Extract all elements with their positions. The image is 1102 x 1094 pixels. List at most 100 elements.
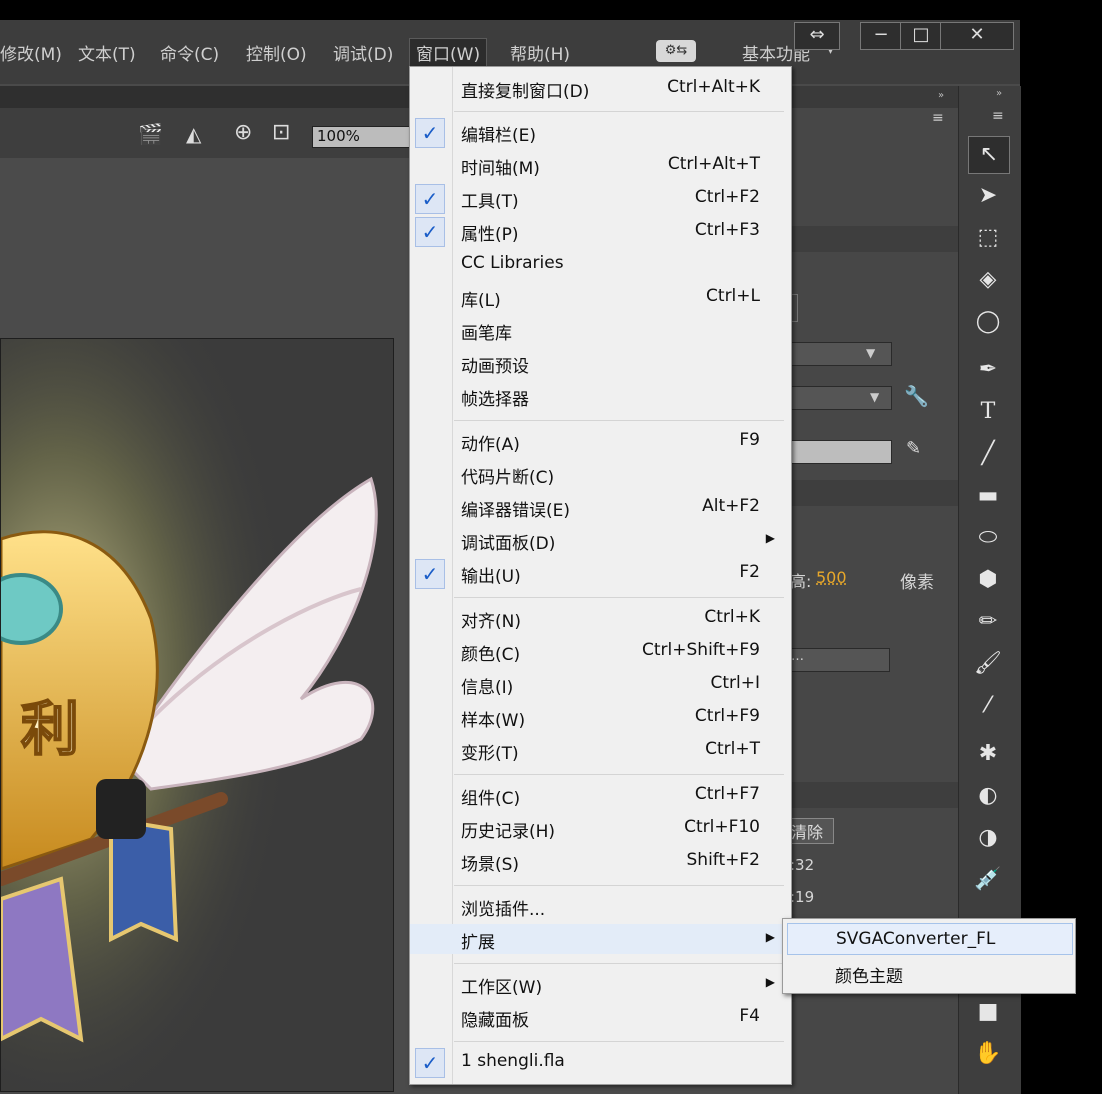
menu-item[interactable]: 组件(C) Ctrl+F7 [410,780,791,810]
submenu-item-label: 颜色主题 [835,967,903,987]
time-readout-2: :19 [790,888,815,906]
menu-item[interactable]: 动作(A) F9 [410,426,791,456]
menu-item[interactable]: 时间轴(M) Ctrl+Alt+T [410,150,791,180]
rectangle-tool-icon[interactable]: ▬ [968,478,1008,514]
close-button[interactable]: ✕ [940,22,1014,50]
unit-label: 像素 [900,573,934,593]
line-tool-icon[interactable]: ╱ [968,436,1008,472]
menu-item[interactable]: 样本(W) Ctrl+F9 [410,702,791,732]
brush-tool-icon[interactable]: ⁄ [968,688,1008,724]
ink-bottle-tool-icon[interactable]: ◑ [968,820,1008,856]
stage-canvas[interactable]: 利 [0,338,394,1092]
menu-item-shortcut: Ctrl+K [704,607,760,627]
menu-item[interactable]: 工作区(W) ▶ [410,969,791,999]
panel-section-bar [790,782,958,808]
menu-item[interactable]: 场景(S) Shift+F2 [410,846,791,876]
clip-content-icon[interactable]: ⊡ [272,120,290,145]
panel-menu-icon[interactable]: ≡ [992,108,1004,124]
eyedropper-tool-icon[interactable]: 💉 [968,862,1008,898]
menu-item[interactable]: ✓ 1 shengli.fla [410,1047,791,1078]
menu-item[interactable]: 浏览插件... [410,891,791,921]
menu-item[interactable]: 库(L) Ctrl+L [410,282,791,312]
resize-arrows-icon[interactable]: ⇔ [794,22,840,50]
menu-item-label: 编译器错误(E) [461,501,571,521]
menu-item[interactable]: 动画预设 [410,348,791,378]
hand-tool-icon[interactable]: ✋ [968,1036,1008,1072]
submenu-item-label: SVGAConverter_FL [836,929,996,949]
bone-tool-icon[interactable]: ✱ [968,736,1008,772]
menu-item-label: 输出(U) [461,567,521,587]
menu-item[interactable]: 对齐(N) Ctrl+K [410,603,791,633]
menu-item-shortcut: Ctrl+Alt+T [667,154,760,174]
menu-debug[interactable]: 调试(D) [333,40,393,65]
menu-item-label: 工作区(W) [461,978,543,998]
clapper-icon[interactable]: 🎬 [138,122,163,146]
checkmark-icon: ✓ [415,184,445,214]
submenu-arrow-icon: ▶ [765,531,775,545]
menu-item[interactable]: 隐藏面板 F4 [410,1002,791,1032]
menu-item[interactable]: ✓ 工具(T) Ctrl+F2 [410,183,791,214]
collapse-icon[interactable]: » [996,88,1002,99]
zoom-input[interactable]: 100% [312,126,410,148]
menu-item-label: 历史记录(H) [461,822,556,842]
menu-control[interactable]: 控制(O) [246,40,307,65]
menu-item[interactable]: ✓ 属性(P) Ctrl+F3 [410,216,791,247]
text-field[interactable] [790,440,892,464]
pencil-tool-icon[interactable]: ✏ [968,604,1008,640]
menu-window[interactable]: 窗口(W) [409,38,488,67]
menu-item[interactable]: 变形(T) Ctrl+T [410,735,791,765]
menu-item[interactable]: 历史记录(H) Ctrl+F10 [410,813,791,843]
pen-tool-icon[interactable]: ✒ [968,352,1008,388]
camera-tool-icon[interactable]: ■ [968,994,1008,1030]
pencil-icon[interactable]: ✎ [906,438,921,459]
menu-item[interactable]: 帧选择器 [410,381,791,411]
minimize-button[interactable]: − [860,22,902,50]
menu-item-label: 浏览插件... [461,900,546,920]
menu-item[interactable]: ✓ 输出(U) F2 [410,558,791,589]
menu-item-shortcut: Ctrl+T [705,739,760,759]
menu-item[interactable]: 画笔库 [410,315,791,345]
free-transform-tool-icon[interactable]: ⬚ [968,220,1008,256]
menu-item[interactable]: 调试面板(D) ▶ [410,525,791,555]
height-value[interactable]: 500 [816,568,847,587]
submenu-item-svgaconverter[interactable]: SVGAConverter_FL [787,923,1073,955]
menu-item[interactable]: CC Libraries [410,249,791,279]
menu-item[interactable]: 颜色(C) Ctrl+Shift+F9 [410,636,791,666]
subselection-tool-icon[interactable]: ➤ [968,178,1008,214]
menu-item[interactable]: 信息(I) Ctrl+I [410,669,791,699]
oval-tool-icon[interactable]: ⬭ [968,520,1008,556]
menu-item-label: 工具(T) [461,192,519,212]
paint-bucket-tool-icon[interactable]: ◐ [968,778,1008,814]
menu-item[interactable]: 扩展 ▶ [410,924,791,954]
menu-item-shortcut: Ctrl+F3 [694,220,760,240]
menu-item[interactable]: 直接复制窗口(D) Ctrl+Alt+K [410,73,791,103]
menu-item-shortcut: F2 [739,562,760,582]
menu-item[interactable]: 代码片断(C) [410,459,791,489]
menu-modify[interactable]: 修改(M) [0,40,62,65]
3d-rotation-tool-icon[interactable]: ◈ [968,262,1008,298]
polystar-tool-icon[interactable]: ⬢ [968,562,1008,598]
wrench-icon[interactable]: 🔧 [904,384,929,408]
menu-item[interactable]: ✓ 编辑栏(E) [410,117,791,148]
collapse-icon[interactable]: » [938,90,944,101]
panel-menu-icon[interactable]: ≡ [932,110,944,126]
menu-item-label: 动画预设 [461,357,529,377]
menu-commands[interactable]: 命令(C) [160,40,219,65]
center-stage-icon[interactable]: ⊕ [234,120,252,145]
sync-settings-icon[interactable]: ⚙⇆ [656,40,696,62]
extensions-submenu: SVGAConverter_FL 颜色主题 [782,918,1076,994]
paint-brush-tool-icon[interactable]: 🖌 [968,646,1008,682]
symbol-edit-icon[interactable]: ◭ [186,122,201,146]
menu-text[interactable]: 文本(T) [78,40,136,65]
lasso-tool-icon[interactable]: ◯ [968,304,1008,340]
text-tool-icon[interactable]: T [968,394,1008,430]
menu-separator [454,885,784,886]
dropdown-field-1[interactable] [790,342,892,366]
menu-help[interactable]: 帮助(H) [510,40,570,65]
submenu-item-color-theme[interactable]: 颜色主题 [787,957,1071,987]
selection-tool-icon[interactable]: ↖ [968,136,1010,174]
ellipsis-field[interactable]: … [790,648,890,672]
menu-item[interactable]: 编译器错误(E) Alt+F2 [410,492,791,522]
clear-button[interactable]: 清除 [790,818,834,844]
maximize-button[interactable]: □ [900,22,942,50]
